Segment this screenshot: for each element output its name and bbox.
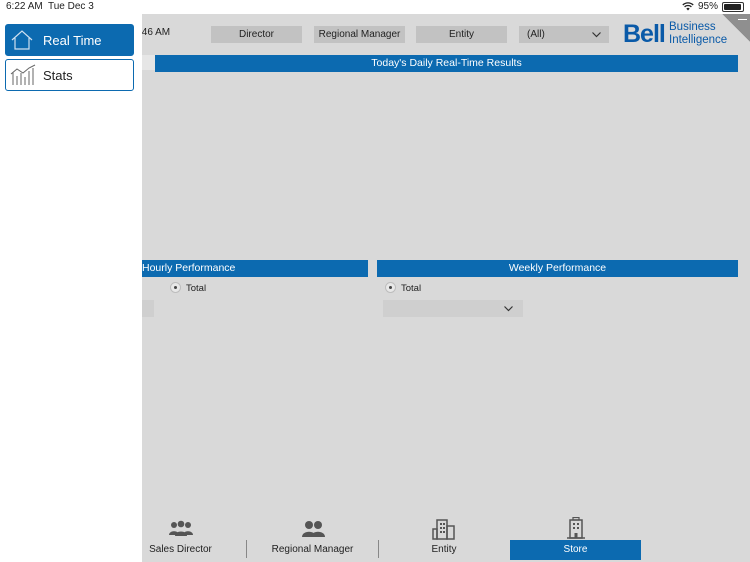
battery-icon <box>722 1 744 12</box>
daily-results-banner: Today's Daily Real-Time Results <box>155 55 738 72</box>
tab-regional-manager[interactable]: Regional Manager <box>248 516 377 560</box>
group-icon <box>168 520 194 541</box>
tab-divider <box>246 540 247 558</box>
drawer-item-label: Stats <box>43 68 73 83</box>
chevron-down-icon <box>592 26 601 44</box>
weekly-total-radio[interactable] <box>385 282 396 293</box>
tab-store[interactable]: Store <box>510 516 641 560</box>
regional-manager-filter-button[interactable]: Regional Manager <box>314 26 405 43</box>
hourly-total-label: Total <box>186 283 207 294</box>
drawer-item-stats[interactable]: Stats <box>5 59 134 91</box>
navigation-drawer: Real Time Stats <box>0 14 142 562</box>
hourly-performance-header: Hourly Performance <box>142 260 368 277</box>
chevron-down-icon <box>504 302 513 315</box>
store-building-icon <box>566 516 586 542</box>
weekly-total-label: Total <box>401 283 422 294</box>
director-filter-button[interactable]: Director <box>211 26 302 43</box>
refresh-time: :46 AM <box>139 27 171 38</box>
panel-toggle-button[interactable] <box>141 55 155 70</box>
menu-icon <box>738 19 747 22</box>
home-icon <box>10 29 34 54</box>
hourly-total-radio[interactable] <box>170 282 181 293</box>
status-bar: 6:22 AM Tue Dec 3 95% <box>0 0 750 14</box>
logo-line2: Intelligence <box>669 34 728 46</box>
drawer-item-label: Real Time <box>43 33 102 48</box>
tab-label: Store <box>510 540 641 560</box>
weekly-dropdown[interactable] <box>383 300 523 317</box>
chart-icon <box>10 64 36 89</box>
filter-select-value: (All) <box>527 29 545 40</box>
battery-percent: 95% <box>697 1 718 12</box>
tab-divider <box>378 540 379 558</box>
hourly-dropdown[interactable] <box>142 300 154 317</box>
weekly-performance-header: Weekly Performance <box>377 260 738 277</box>
tab-label: Entity <box>431 544 457 555</box>
tab-label: Regional Manager <box>271 544 354 555</box>
entity-filter-button[interactable]: Entity <box>416 26 507 43</box>
people-icon <box>300 520 326 541</box>
logo-text: Business Intelligence <box>669 21 727 47</box>
status-right: 95% <box>682 1 744 12</box>
building-icon <box>432 519 456 543</box>
tab-sales-director[interactable]: Sales Director <box>142 516 219 560</box>
tab-label: Sales Director <box>149 544 212 555</box>
tab-entity[interactable]: Entity <box>380 516 508 560</box>
logo-brand: Bell <box>623 20 666 48</box>
menu-corner-button[interactable] <box>722 14 750 42</box>
filter-select[interactable]: (All) <box>519 26 609 43</box>
status-date: Tue Dec 3 <box>48 1 94 12</box>
hourly-performance-title: Hourly Performance <box>142 262 236 274</box>
logo-line1: Business <box>669 21 716 33</box>
status-time: 6:22 AM <box>6 1 43 12</box>
wifi-icon <box>682 2 694 11</box>
drawer-item-real-time[interactable]: Real Time <box>5 24 134 56</box>
